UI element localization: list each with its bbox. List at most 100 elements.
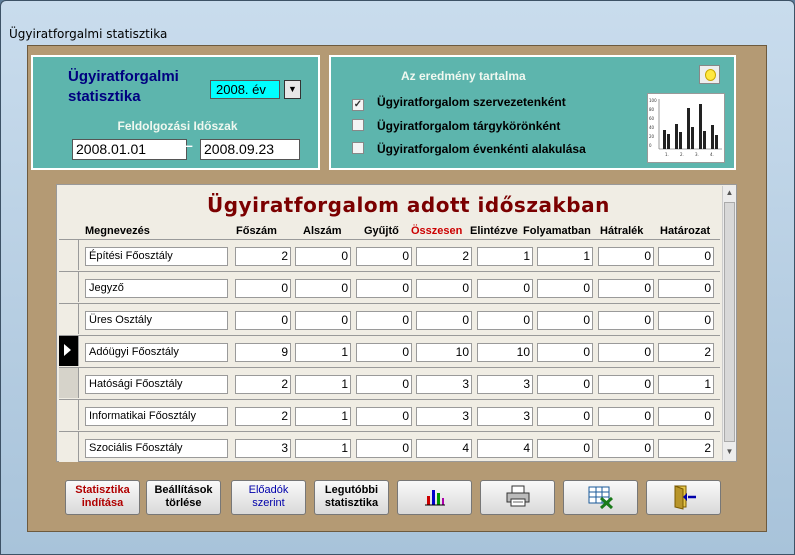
cell-total[interactable]: 0 — [416, 279, 472, 298]
option-by-organization[interactable]: ✓ Ügyiratforgalom szervezetenként — [352, 95, 566, 111]
cell-in-progress[interactable]: 0 — [537, 311, 593, 330]
row-name-field[interactable]: Jegyző — [85, 279, 228, 298]
cell-main-number[interactable]: 3 — [235, 439, 291, 458]
cell-resolved[interactable]: 10 — [477, 343, 533, 362]
cell-resolved[interactable]: 1 — [477, 247, 533, 266]
by-speakers-button[interactable]: Előadók szerint — [231, 480, 306, 515]
cell-main-number[interactable]: 0 — [235, 279, 291, 298]
print-button[interactable] — [480, 480, 555, 515]
row-selector[interactable] — [59, 304, 79, 334]
cell-in-progress[interactable]: 0 — [537, 375, 593, 394]
cell-collector[interactable]: 0 — [356, 439, 412, 458]
cell-backlog[interactable]: 0 — [598, 375, 654, 394]
cell-sub-number[interactable]: 0 — [295, 311, 351, 330]
row-name-field[interactable]: Adóügyi Főosztály — [85, 343, 228, 362]
cell-in-progress[interactable]: 0 — [537, 407, 593, 426]
cell-total[interactable]: 3 — [416, 375, 472, 394]
cell-sub-number[interactable]: 1 — [295, 375, 351, 394]
excel-export-button[interactable] — [563, 480, 638, 515]
cell-decision[interactable]: 1 — [658, 375, 714, 394]
help-button[interactable] — [699, 65, 720, 84]
cell-sub-number[interactable]: 0 — [295, 247, 351, 266]
option-by-subject[interactable]: Ügyiratforgalom tárgykörönként — [352, 119, 560, 133]
option-by-year[interactable]: Ügyiratforgalom évenkénti alakulása — [352, 142, 586, 156]
last-statistics-button[interactable]: Legutóbbi statisztika — [314, 480, 389, 515]
cell-collector[interactable]: 0 — [356, 247, 412, 266]
cell-decision[interactable]: 0 — [658, 247, 714, 266]
exit-button[interactable] — [646, 480, 721, 515]
row-selector[interactable] — [59, 432, 79, 462]
cell-main-number[interactable]: 2 — [235, 375, 291, 394]
cell-in-progress[interactable]: 0 — [537, 279, 593, 298]
cell-sub-number[interactable]: 1 — [295, 439, 351, 458]
cell-sub-number[interactable]: 1 — [295, 407, 351, 426]
cell-resolved[interactable]: 0 — [477, 279, 533, 298]
cell-decision[interactable]: 2 — [658, 343, 714, 362]
cell-backlog[interactable]: 0 — [598, 311, 654, 330]
row-selector[interactable] — [59, 400, 79, 430]
cell-resolved[interactable]: 4 — [477, 439, 533, 458]
cell-collector[interactable]: 0 — [356, 279, 412, 298]
row-selector[interactable] — [59, 240, 79, 270]
cell-main-number[interactable]: 2 — [235, 407, 291, 426]
cell-main-number[interactable]: 2 — [235, 247, 291, 266]
date-from-input[interactable]: 2008.01.01 — [72, 139, 187, 160]
checkbox-icon[interactable] — [352, 119, 364, 131]
cell-collector[interactable]: 0 — [356, 343, 412, 362]
table-row[interactable]: Szociális Főosztály 3 1 0 4 4 0 0 2 — [59, 431, 720, 462]
row-name-field[interactable]: Hatósági Főosztály — [85, 375, 228, 394]
cell-total[interactable]: 2 — [416, 247, 472, 266]
year-select[interactable]: 2008. év — [210, 80, 280, 99]
cell-collector[interactable]: 0 — [356, 407, 412, 426]
cell-resolved[interactable]: 3 — [477, 375, 533, 394]
scroll-down-icon[interactable]: ▼ — [723, 445, 736, 459]
scrollbar-thumb[interactable] — [724, 202, 735, 442]
cell-resolved[interactable]: 0 — [477, 311, 533, 330]
row-name-field[interactable]: Üres Osztály — [85, 311, 228, 330]
cell-total[interactable]: 0 — [416, 311, 472, 330]
row-selector[interactable] — [59, 272, 79, 302]
cell-in-progress[interactable]: 0 — [537, 343, 593, 362]
cell-decision[interactable]: 0 — [658, 407, 714, 426]
clear-settings-button[interactable]: Beállítások törlése — [146, 480, 221, 515]
start-statistics-button[interactable]: Statisztika indítása — [65, 480, 140, 515]
cell-backlog[interactable]: 0 — [598, 439, 654, 458]
cell-collector[interactable]: 0 — [356, 375, 412, 394]
cell-total[interactable]: 4 — [416, 439, 472, 458]
title-bar[interactable]: Ügyiratforgalmi statisztika — [1, 1, 794, 45]
row-name-field[interactable]: Informatikai Főosztály — [85, 407, 228, 426]
cell-main-number[interactable]: 9 — [235, 343, 291, 362]
scroll-up-icon[interactable]: ▲ — [723, 186, 736, 200]
cell-main-number[interactable]: 0 — [235, 311, 291, 330]
cell-backlog[interactable]: 0 — [598, 247, 654, 266]
cell-in-progress[interactable]: 0 — [537, 439, 593, 458]
cell-backlog[interactable]: 0 — [598, 407, 654, 426]
cell-in-progress[interactable]: 1 — [537, 247, 593, 266]
cell-collector[interactable]: 0 — [356, 311, 412, 330]
vertical-scrollbar[interactable]: ▲ ▼ — [722, 186, 736, 460]
cell-sub-number[interactable]: 0 — [295, 279, 351, 298]
table-row[interactable]: Üres Osztály 0 0 0 0 0 0 0 0 — [59, 303, 720, 334]
cell-backlog[interactable]: 0 — [598, 279, 654, 298]
cell-decision[interactable]: 0 — [658, 279, 714, 298]
checkbox-icon[interactable] — [352, 142, 364, 154]
cell-decision[interactable]: 2 — [658, 439, 714, 458]
row-name-field[interactable]: Szociális Főosztály — [85, 439, 228, 458]
cell-decision[interactable]: 0 — [658, 311, 714, 330]
cell-resolved[interactable]: 3 — [477, 407, 533, 426]
table-row[interactable]: Informatikai Főosztály 2 1 0 3 3 0 0 0 — [59, 399, 720, 430]
date-to-input[interactable]: 2008.09.23 — [200, 139, 300, 160]
chart-button[interactable] — [397, 480, 472, 515]
row-selector[interactable] — [59, 368, 79, 398]
table-row[interactable]: Jegyző 0 0 0 0 0 0 0 0 — [59, 271, 720, 302]
row-name-field[interactable]: Építési Főosztály — [85, 247, 228, 266]
table-row[interactable]: Hatósági Főosztály 2 1 0 3 3 0 0 1 — [59, 367, 720, 398]
cell-sub-number[interactable]: 1 — [295, 343, 351, 362]
cell-total[interactable]: 3 — [416, 407, 472, 426]
current-row-indicator-icon[interactable] — [59, 336, 79, 366]
cell-backlog[interactable]: 0 — [598, 343, 654, 362]
table-row[interactable]: Adóügyi Főosztály 9 1 0 10 10 0 0 2 — [59, 335, 720, 366]
table-row[interactable]: Építési Főosztály 2 0 0 2 1 1 0 0 — [59, 239, 720, 270]
chevron-down-icon[interactable]: ▼ — [284, 80, 301, 99]
cell-total[interactable]: 10 — [416, 343, 472, 362]
